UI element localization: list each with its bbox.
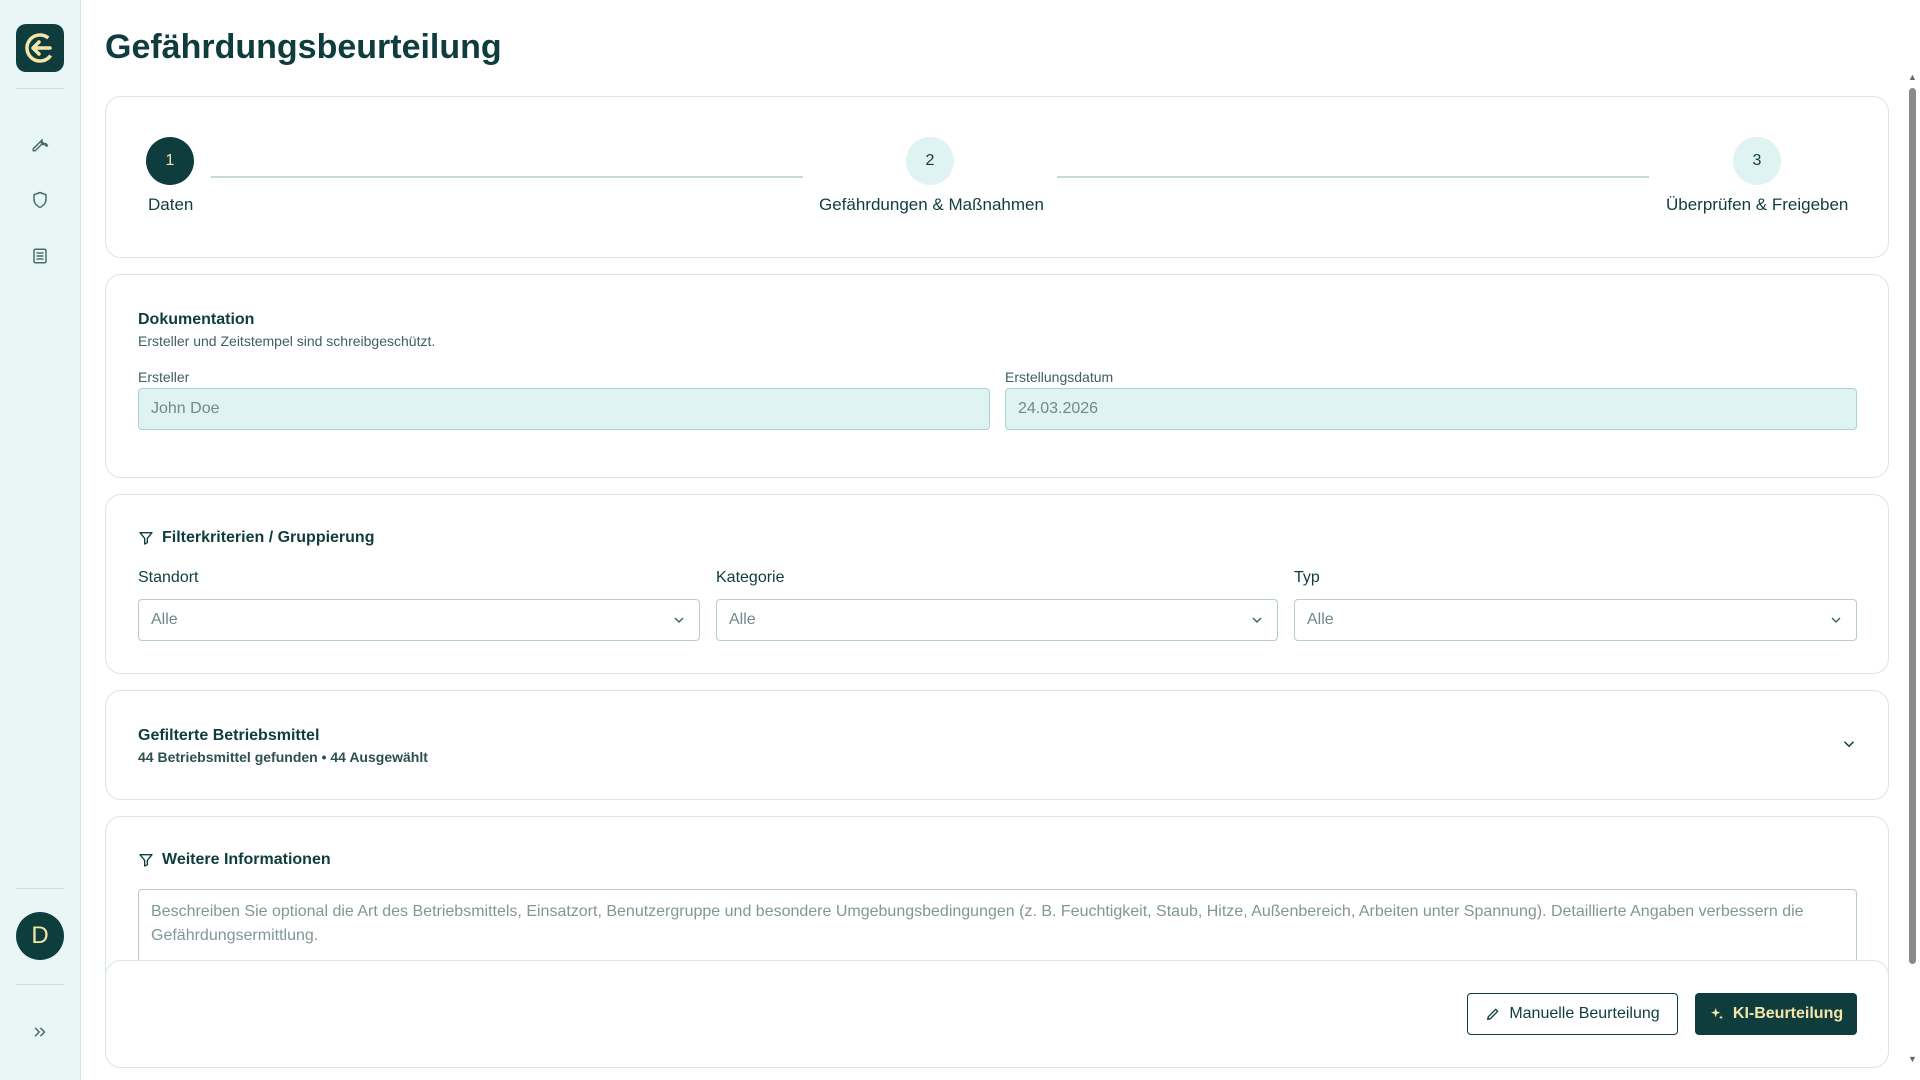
page-title: Gefährdungsbeurteilung bbox=[105, 28, 502, 66]
chevron-down-icon bbox=[1831, 617, 1841, 623]
document-list-icon[interactable] bbox=[28, 244, 52, 268]
manual-assessment-label: Manuelle Beurteilung bbox=[1509, 1005, 1660, 1022]
expand-sidebar-icon[interactable] bbox=[28, 1020, 52, 1044]
creation-date-field: 24.03.2026 bbox=[1005, 388, 1857, 430]
manual-assessment-button[interactable]: Manuelle Beurteilung bbox=[1467, 993, 1678, 1035]
equipment-title: Gefilterte Betriebsmittel bbox=[138, 727, 320, 744]
creation-date-label: Erstellungsdatum bbox=[1005, 369, 1114, 385]
chevron-down-icon bbox=[1252, 617, 1262, 623]
stepper-card: 1 Daten 2 Gefährdungen & Maßnahmen 3 Übe… bbox=[105, 96, 1889, 258]
category-value: Alle bbox=[729, 611, 756, 628]
type-label: Typ bbox=[1294, 569, 1320, 586]
user-avatar[interactable]: D bbox=[16, 912, 64, 960]
action-bar: Manuelle Beurteilung KI-Beurteilung bbox=[105, 960, 1889, 1068]
category-select[interactable]: Alle bbox=[716, 599, 1278, 641]
creator-label: Ersteller bbox=[138, 369, 190, 385]
chevron-down-icon[interactable] bbox=[1840, 735, 1858, 753]
ai-assessment-button[interactable]: KI-Beurteilung bbox=[1695, 993, 1857, 1035]
pencil-icon bbox=[1487, 1008, 1499, 1020]
chevron-down-icon bbox=[674, 617, 684, 623]
sparkles-icon bbox=[1710, 1008, 1723, 1020]
more-info-placeholder: Beschreiben Sie optional die Art des Bet… bbox=[151, 903, 1804, 944]
equipment-summary: 44 Betriebsmittel gefunden • 44 Ausgewäh… bbox=[138, 749, 428, 765]
filtered-equipment-card[interactable]: Gefilterte Betriebsmittel 44 Betriebsmit… bbox=[105, 690, 1889, 800]
sidebar: D bbox=[0, 0, 81, 1080]
type-select[interactable]: Alle bbox=[1294, 599, 1857, 641]
main-content: Gefährdungsbeurteilung 1 Daten 2 Gefährd… bbox=[105, 0, 1889, 1080]
creator-value: John Doe bbox=[151, 400, 220, 417]
page-scrollbar[interactable]: ▲ ▼ bbox=[1904, 0, 1920, 1080]
filter-card: Filterkriterien / Gruppierung Standort A… bbox=[105, 494, 1889, 674]
step-2-circle[interactable]: 2 bbox=[906, 137, 954, 185]
filter-icon bbox=[139, 854, 153, 867]
logo-arrow-icon bbox=[25, 33, 55, 63]
filter-title: Filterkriterien / Gruppierung bbox=[162, 529, 375, 546]
step-3-circle[interactable]: 3 bbox=[1733, 137, 1781, 185]
step-1-label[interactable]: Daten bbox=[148, 195, 193, 215]
wrench-icon[interactable] bbox=[28, 132, 52, 156]
location-value: Alle bbox=[151, 611, 178, 628]
more-info-title: Weitere Informationen bbox=[162, 851, 331, 868]
location-label: Standort bbox=[138, 569, 199, 586]
step-2-label[interactable]: Gefährdungen & Maßnahmen bbox=[819, 195, 1044, 215]
scroll-up-icon[interactable]: ▲ bbox=[1908, 72, 1917, 82]
filter-header: Filterkriterien / Gruppierung bbox=[138, 529, 374, 547]
step-connector bbox=[1057, 176, 1649, 178]
documentation-card: Dokumentation Ersteller und Zeitstempel … bbox=[105, 274, 1889, 478]
step-connector bbox=[211, 176, 803, 178]
step-3-label[interactable]: Überprüfen & Freigeben bbox=[1666, 195, 1848, 215]
step-1-circle[interactable]: 1 bbox=[146, 137, 194, 185]
scroll-thumb[interactable] bbox=[1909, 88, 1916, 964]
step-number: 3 bbox=[1752, 152, 1762, 169]
ai-assessment-label: KI-Beurteilung bbox=[1732, 1005, 1844, 1022]
more-info-header: Weitere Informationen bbox=[138, 851, 331, 869]
app-logo[interactable] bbox=[16, 24, 64, 72]
category-label: Kategorie bbox=[716, 569, 785, 586]
location-select[interactable]: Alle bbox=[138, 599, 700, 641]
step-number: 2 bbox=[925, 152, 935, 169]
documentation-subtitle: Ersteller und Zeitstempel sind schreibge… bbox=[138, 333, 436, 349]
type-value: Alle bbox=[1307, 611, 1334, 628]
creator-field: John Doe bbox=[138, 388, 990, 430]
shield-icon[interactable] bbox=[28, 188, 52, 212]
sidebar-divider bbox=[16, 984, 64, 985]
creation-date-value: 24.03.2026 bbox=[1018, 400, 1099, 417]
documentation-title: Dokumentation bbox=[138, 311, 255, 328]
step-number: 1 bbox=[165, 152, 175, 169]
sidebar-divider bbox=[16, 88, 64, 89]
filter-icon bbox=[139, 532, 153, 545]
sidebar-divider bbox=[16, 888, 64, 889]
scroll-down-icon[interactable]: ▼ bbox=[1908, 1054, 1917, 1064]
